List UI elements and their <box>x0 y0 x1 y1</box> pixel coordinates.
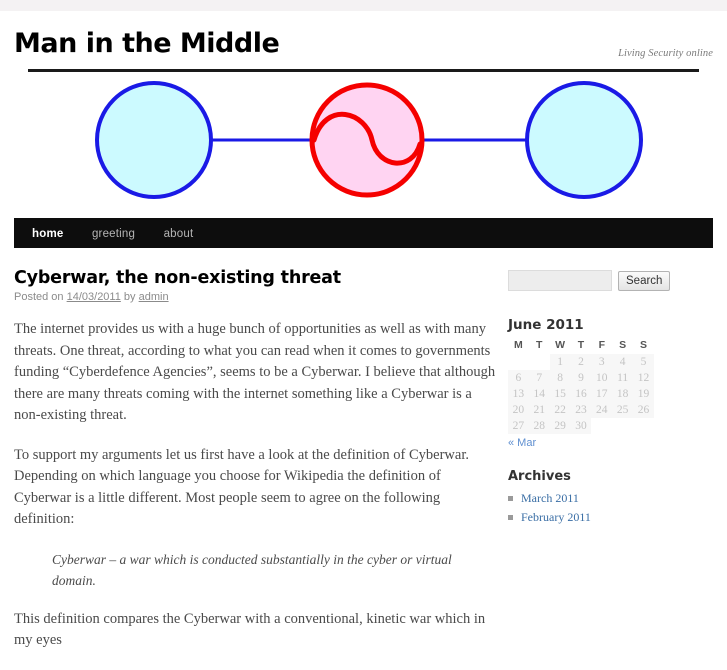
node-left-circle <box>95 81 213 199</box>
calendar-day: 25 <box>612 402 634 418</box>
calendar-day: 15 <box>549 386 571 402</box>
search-button[interactable]: Search <box>618 270 671 291</box>
page-container: Living Security online Man in the Middle… <box>0 11 727 648</box>
nav-item-home[interactable]: home <box>32 219 63 249</box>
post-meta: Posted on 14/03/2011 by admin <box>14 291 498 303</box>
archive-link-february-2011[interactable]: February 2011 <box>521 510 591 524</box>
calendar-day: 28 <box>528 418 550 434</box>
calendar-weekday: M <box>514 339 523 351</box>
archive-link-march-2011[interactable]: March 2011 <box>521 491 579 505</box>
calendar-day: 17 <box>591 386 613 402</box>
calendar-day: 20 <box>508 402 529 418</box>
calendar-day <box>612 418 634 434</box>
calendar-day: 9 <box>570 370 592 386</box>
main-layout: Cyberwar, the non-existing threat Posted… <box>14 268 713 670</box>
calendar-day: 21 <box>528 402 550 418</box>
calendar-day: 11 <box>612 370 634 386</box>
calendar-day: 30 <box>570 418 592 434</box>
calendar-weekday: T <box>577 339 585 351</box>
calendar-day: 29 <box>549 418 571 434</box>
sidebar: Search June 2011 M T W T F S S 1 2 3 4 5… <box>508 268 693 528</box>
post-paragraph-1: The internet provides us with a huge bun… <box>14 321 496 423</box>
nav-item-greeting[interactable]: greeting <box>92 219 135 249</box>
mitm-circle <box>309 82 425 198</box>
calendar-day: 23 <box>570 402 592 418</box>
archives-title: Archives <box>508 469 571 484</box>
calendar-weekday: F <box>598 339 605 351</box>
calendar-day: 24 <box>591 402 613 418</box>
calendar-weekday: T <box>536 339 543 351</box>
calendar-day: 4 <box>612 354 634 370</box>
bullet-icon <box>508 515 513 520</box>
calendar-day <box>528 354 550 370</box>
post-title[interactable]: Cyberwar, the non-existing threat <box>14 268 498 288</box>
archives-widget: Archives March 2011 February 2011 <box>508 469 693 526</box>
calendar-day <box>591 418 613 434</box>
page-top-band <box>0 0 727 11</box>
calendar-day: 13 <box>508 386 529 402</box>
calendar-week-row: 13 14 15 16 17 18 19 <box>508 386 654 402</box>
calendar-weekday-row: M T W T F S S <box>508 337 654 354</box>
calendar-day: 1 <box>549 354 571 370</box>
calendar-day: 26 <box>633 402 654 418</box>
list-item: March 2011 <box>508 490 693 507</box>
calendar-day: 3 <box>591 354 613 370</box>
bullet-icon <box>508 496 513 501</box>
search-input[interactable] <box>508 270 612 291</box>
header-banner-image <box>14 72 713 210</box>
calendar-week-row: 6 7 8 9 10 11 12 <box>508 370 654 386</box>
calendar-day <box>633 418 654 434</box>
calendar-day: 12 <box>633 370 654 386</box>
site-title[interactable]: Man in the Middle <box>14 29 280 59</box>
calendar-day: 6 <box>508 370 529 386</box>
post-date-link[interactable]: 14/03/2011 <box>67 291 121 303</box>
calendar-day: 2 <box>570 354 592 370</box>
calendar-weekday: W <box>555 339 566 351</box>
calendar-widget: June 2011 M T W T F S S 1 2 3 4 5 6 7 8 … <box>508 317 654 434</box>
calendar-day <box>508 354 529 370</box>
post-content: Cyberwar, the non-existing threat Posted… <box>14 268 508 670</box>
calendar-day: 7 <box>528 370 550 386</box>
calendar-weekday: S <box>619 339 627 351</box>
calendar-prev-nav: « Mar <box>508 437 693 449</box>
calendar-prev-month-link[interactable]: « Mar <box>508 437 536 449</box>
site-description: Living Security online <box>618 48 713 59</box>
calendar-day: 8 <box>549 370 571 386</box>
masthead: Living Security online Man in the Middle <box>0 11 727 72</box>
calendar-day: 22 <box>549 402 571 418</box>
primary-navigation: home greeting about <box>14 218 713 248</box>
post-meta-by: by <box>123 291 136 303</box>
nav-item-about[interactable]: about <box>164 219 194 249</box>
calendar-day: 27 <box>508 418 529 434</box>
calendar-day: 18 <box>612 386 634 402</box>
calendar-week-row: 1 2 3 4 5 <box>508 354 654 370</box>
calendar-day: 5 <box>633 354 654 370</box>
post-paragraph-2: To support my arguments let us first hav… <box>14 446 469 528</box>
calendar-caption: June 2011 <box>508 317 584 333</box>
calendar-week-row: 27 28 29 30 <box>508 418 654 434</box>
list-item: February 2011 <box>508 509 693 526</box>
calendar-day: 10 <box>591 370 613 386</box>
calendar-day: 16 <box>570 386 592 402</box>
archives-list: March 2011 February 2011 <box>508 490 693 526</box>
calendar-day: 19 <box>633 386 654 402</box>
post-blockquote: Cyberwar – a war which is conducted subs… <box>52 551 452 588</box>
post-paragraph-3: This definition compares the Cyberwar wi… <box>14 610 486 649</box>
calendar-day: 14 <box>528 386 550 402</box>
search-form: Search <box>508 270 693 291</box>
calendar-week-row: 20 21 22 23 24 25 26 <box>508 402 654 418</box>
mitm-diagram-svg <box>95 81 643 199</box>
calendar-weekday: S <box>640 339 648 351</box>
post-author-link[interactable]: admin <box>139 291 169 303</box>
post-meta-prefix: Posted on <box>14 291 64 303</box>
node-right-circle <box>525 81 643 199</box>
